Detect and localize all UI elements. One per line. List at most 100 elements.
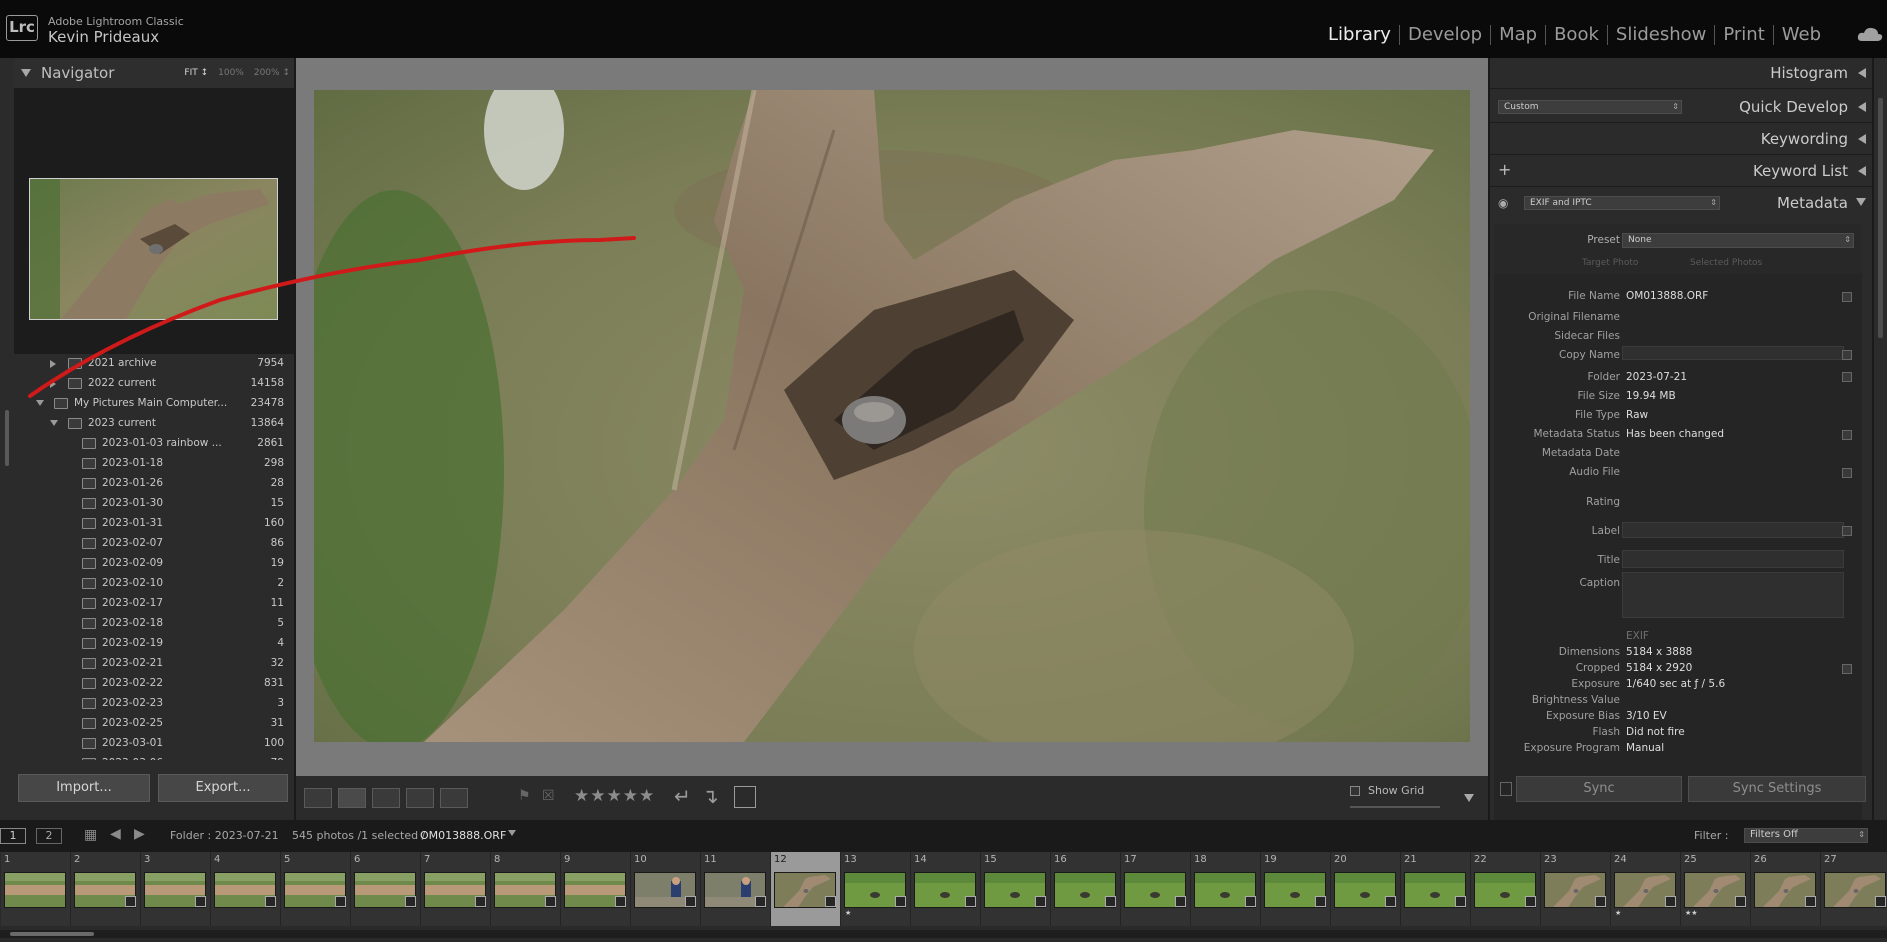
folder-row[interactable]: 2021 archive 7954: [14, 354, 294, 374]
filmstrip-cell[interactable]: 13 ★: [841, 852, 911, 926]
module-web[interactable]: Web: [1774, 24, 1829, 45]
collapse-triangle-icon[interactable]: [1856, 198, 1866, 206]
expanded-triangle-icon[interactable]: [36, 400, 44, 406]
filmstrip-cell[interactable]: 8: [491, 852, 561, 926]
filmstrip-cell[interactable]: 9: [561, 852, 631, 926]
metadata-action-icon[interactable]: [1842, 292, 1852, 302]
folder-row[interactable]: 2023-01-30 15: [14, 494, 294, 514]
zoom-200[interactable]: 200% ↕: [254, 68, 290, 78]
grid-view-icon[interactable]: [304, 788, 332, 808]
histogram-header[interactable]: Histogram: [1490, 58, 1872, 88]
filename-menu-icon[interactable]: [508, 830, 516, 836]
export-button[interactable]: Export...: [158, 774, 288, 802]
left-panel-scrollbar[interactable]: [5, 410, 9, 466]
filmstrip-cell[interactable]: 19: [1261, 852, 1331, 926]
folder-row[interactable]: 2023-03-01 100: [14, 734, 294, 754]
sync-settings-button[interactable]: Sync Settings: [1688, 776, 1866, 802]
module-book[interactable]: Book: [1546, 24, 1607, 45]
sync-button[interactable]: Sync: [1516, 776, 1682, 802]
forward-arrow-icon[interactable]: ▶: [134, 826, 145, 842]
module-print[interactable]: Print: [1715, 24, 1772, 45]
filmstrip-cell[interactable]: 5: [281, 852, 351, 926]
navigator-thumbnail[interactable]: [29, 178, 278, 320]
metadata-action-icon[interactable]: [1842, 372, 1852, 382]
collapsed-triangle-icon[interactable]: [50, 380, 56, 388]
metadata-value[interactable]: OM013888.ORF: [1626, 290, 1708, 302]
quick-develop-header[interactable]: Custom ⇕ Quick Develop: [1490, 92, 1872, 122]
filmstrip-cell[interactable]: 16: [1051, 852, 1121, 926]
module-library[interactable]: Library: [1320, 24, 1399, 45]
metadata-view-select[interactable]: EXIF and IPTC ⇕: [1524, 196, 1720, 210]
folder-row[interactable]: 2023-02-07 86: [14, 534, 294, 554]
filmstrip-cell[interactable]: 4: [211, 852, 281, 926]
folder-row[interactable]: 2023-02-19 4: [14, 634, 294, 654]
toolbar-options-icon[interactable]: [1464, 794, 1474, 802]
metadata-value[interactable]: 2023-07-21: [1626, 371, 1687, 383]
rotate-right-icon[interactable]: ↴: [702, 784, 719, 808]
filmstrip-cell[interactable]: 2: [71, 852, 141, 926]
reject-flag-icon[interactable]: ☒: [542, 788, 555, 804]
expand-triangle-icon[interactable]: [1858, 68, 1866, 78]
grid-size-slider[interactable]: [1350, 806, 1440, 808]
right-panel-scroll-thumb[interactable]: [1878, 98, 1883, 338]
main-screen-button[interactable]: 1: [0, 828, 26, 844]
source-folder[interactable]: Folder : 2023-07-21: [170, 829, 279, 842]
expand-triangle-icon[interactable]: [1858, 166, 1866, 176]
selected-filename[interactable]: OM013888.ORF: [420, 829, 506, 842]
folder-row[interactable]: 2023-02-25 31: [14, 714, 294, 734]
quick-develop-preset-select[interactable]: Custom ⇕: [1498, 100, 1682, 114]
back-arrow-icon[interactable]: ◀: [110, 826, 121, 842]
folder-row[interactable]: 2023-01-31 160: [14, 514, 294, 534]
module-develop[interactable]: Develop: [1400, 24, 1490, 45]
keywording-header[interactable]: Keywording: [1490, 124, 1872, 154]
filmstrip-cell[interactable]: 20: [1331, 852, 1401, 926]
filter-select[interactable]: Filters Off ⇕: [1744, 828, 1868, 843]
cloud-icon[interactable]: [1857, 26, 1883, 42]
crop-icon[interactable]: [734, 786, 756, 808]
folder-row[interactable]: 2023 current 13864: [14, 414, 294, 434]
expand-triangle-icon[interactable]: [1858, 102, 1866, 112]
module-map[interactable]: Map: [1491, 24, 1545, 45]
compare-view-icon[interactable]: [372, 788, 400, 808]
add-keyword-icon[interactable]: +: [1498, 160, 1511, 179]
folder-row[interactable]: 2023-02-09 19: [14, 554, 294, 574]
second-screen-button[interactable]: 2: [36, 828, 62, 844]
main-photo[interactable]: [314, 90, 1470, 742]
folder-row[interactable]: 2023-02-22 831: [14, 674, 294, 694]
filmstrip-cell[interactable]: 21: [1401, 852, 1471, 926]
crop-jump-icon[interactable]: [1842, 664, 1852, 674]
filmstrip-cell[interactable]: 26: [1751, 852, 1821, 926]
metadata-action-icon[interactable]: [1842, 430, 1852, 440]
metadata-value[interactable]: 19.94 MB: [1626, 390, 1676, 402]
filmstrip-scroll-thumb[interactable]: [10, 932, 94, 936]
user-name[interactable]: Kevin Prideaux: [48, 28, 159, 46]
folder-row[interactable]: 2023-01-18 298: [14, 454, 294, 474]
metadata-header[interactable]: ◉ EXIF and IPTC ⇕ Metadata: [1490, 188, 1872, 218]
filmstrip-cell[interactable]: 6: [351, 852, 421, 926]
auto-sync-switch-icon[interactable]: [1500, 782, 1512, 796]
filmstrip-cell[interactable]: 23: [1541, 852, 1611, 926]
right-panel-scrollbar[interactable]: [1874, 58, 1887, 820]
folder-row[interactable]: My Pictures Main Computer... 23478: [14, 394, 294, 414]
expanded-triangle-icon[interactable]: [50, 420, 58, 426]
filmstrip-cell[interactable]: 14: [911, 852, 981, 926]
module-slideshow[interactable]: Slideshow: [1608, 24, 1714, 45]
left-panel-edge[interactable]: [0, 58, 14, 820]
filmstrip-cell[interactable]: 11: [701, 852, 771, 926]
metadata-preset-select[interactable]: None ⇕: [1622, 233, 1854, 248]
folder-row[interactable]: 2023-02-18 5: [14, 614, 294, 634]
collapse-triangle-icon[interactable]: [21, 69, 31, 77]
target-photo-tab[interactable]: Target Photo: [1582, 258, 1638, 268]
folder-row[interactable]: 2023-01-03 rainbow ... 2861: [14, 434, 294, 454]
filmstrip-cell[interactable]: 27: [1821, 852, 1887, 926]
zoom-fit[interactable]: FIT ↕: [184, 68, 208, 78]
filmstrip-cell[interactable]: 22: [1471, 852, 1541, 926]
filmstrip-cell[interactable]: 17: [1121, 852, 1191, 926]
folder-row[interactable]: 2023-03-06 79: [14, 754, 294, 760]
filmstrip-cell[interactable]: 1: [1, 852, 71, 926]
filmstrip-cell[interactable]: 25 ★★: [1681, 852, 1751, 926]
filmstrip-cell[interactable]: 7: [421, 852, 491, 926]
filmstrip-thumbnail[interactable]: [4, 872, 66, 908]
filmstrip-cell[interactable]: 15: [981, 852, 1051, 926]
filmstrip-cell[interactable]: 24 ★: [1611, 852, 1681, 926]
